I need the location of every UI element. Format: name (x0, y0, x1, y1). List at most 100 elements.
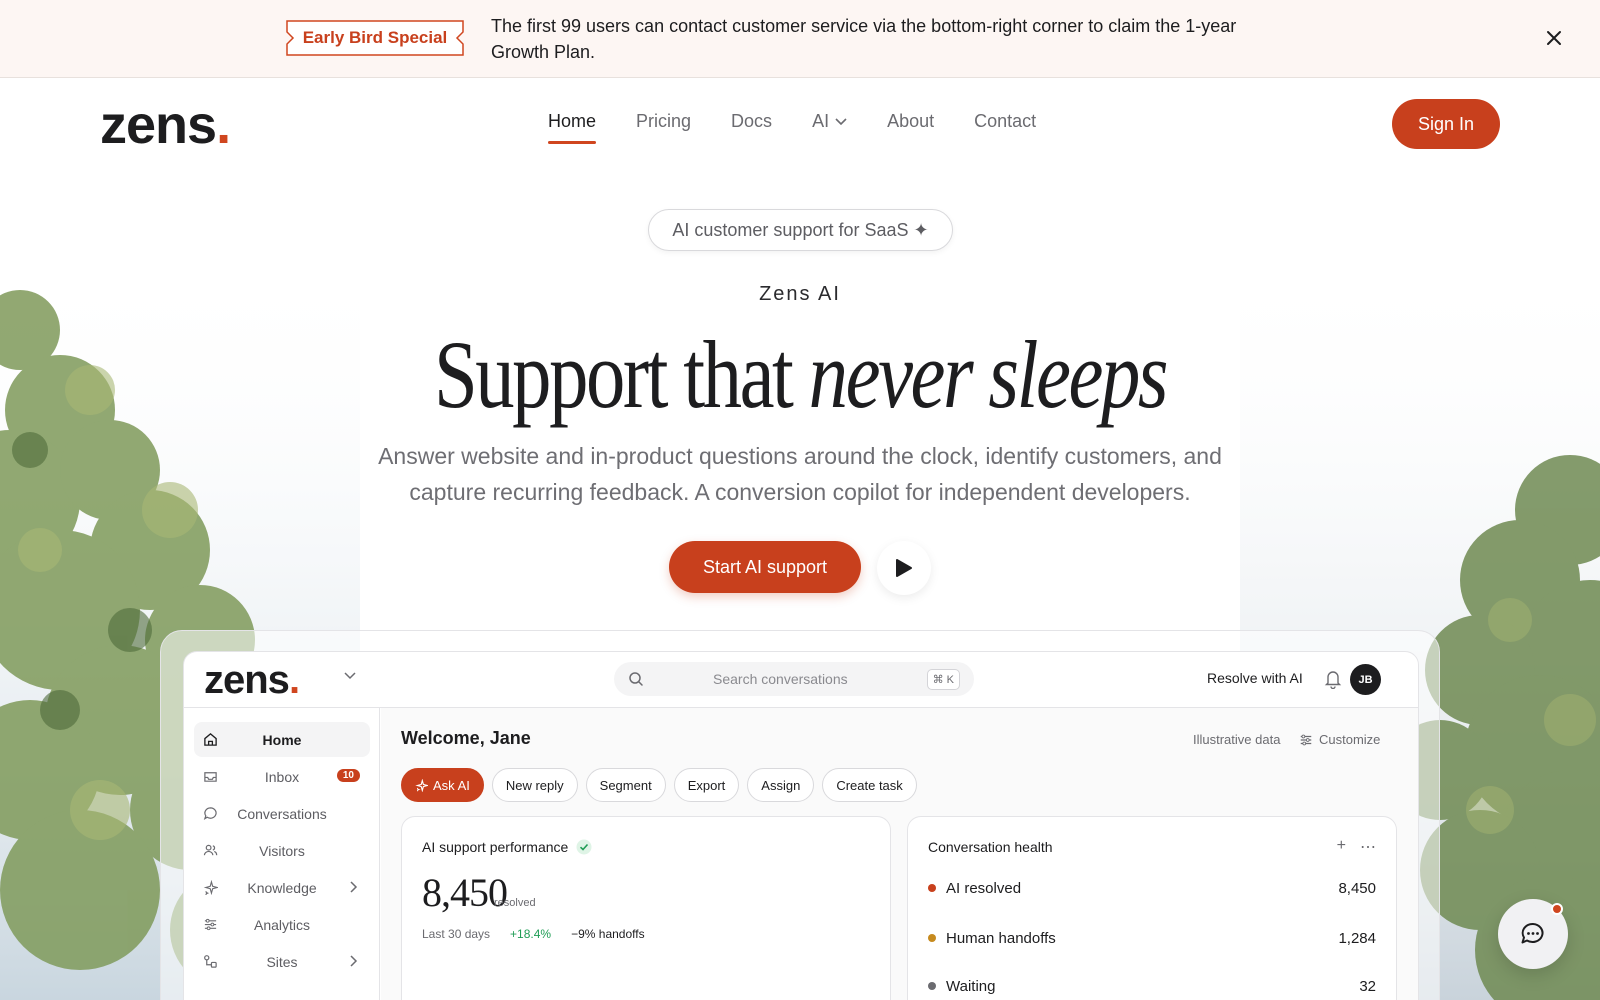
health-row-label: Human handoffs (946, 929, 1056, 947)
health-title: Conversation health (928, 839, 1053, 855)
status-dot (928, 982, 936, 990)
headline-italic: never sleeps (808, 321, 1169, 428)
create-task-chip[interactable]: Create task (822, 768, 917, 802)
export-chip[interactable]: Export (673, 768, 740, 802)
status-dot (928, 934, 936, 942)
chevron-down-icon[interactable] (344, 672, 356, 680)
sidebar-item-sites[interactable]: Sites (194, 944, 370, 979)
performance-title: AI support performance (422, 839, 592, 855)
sidebar-item-visitors[interactable]: Visitors (194, 833, 370, 868)
search-placeholder: Search conversations (713, 671, 848, 687)
nav-contact[interactable]: Contact (974, 111, 1036, 132)
chevron-right-icon (350, 881, 358, 893)
nav-about[interactable]: About (887, 111, 934, 132)
health-row-value: 32 (1359, 977, 1376, 995)
health-row: Waiting 32 (928, 975, 1376, 997)
app-preview: zens. Search conversations ⌘ K Resolve w… (183, 651, 1419, 1000)
sidebar-item-home[interactable]: Home (194, 722, 370, 757)
ask-ai-chip[interactable]: Ask AI (401, 768, 484, 802)
nav-pricing[interactable]: Pricing (636, 111, 691, 132)
hero-subtitle: Answer website and in-product questions … (378, 443, 1222, 505)
period-label: Last 30 days (422, 927, 491, 941)
sidebar-item-label: Knowledge (247, 879, 317, 896)
close-icon[interactable] (1538, 22, 1570, 54)
performance-title-text: AI support performance (422, 839, 569, 855)
new-reply-chip[interactable]: New reply (491, 768, 578, 802)
chat-launcher-button[interactable] (1498, 899, 1568, 969)
sliders-icon (1300, 734, 1312, 745)
health-row-value: 8,450 (1338, 879, 1376, 897)
chip-label: Ask AI (433, 777, 470, 793)
change-value: +18.4% (510, 927, 552, 941)
conversation-health-card: Conversation health + ⋯ AI resolved 8,45… (907, 816, 1397, 1000)
app-logo[interactable]: zens. (204, 660, 300, 700)
search-input[interactable]: Search conversations ⌘ K (614, 662, 974, 696)
hero-eyebrow: Zens AI (759, 283, 841, 305)
sign-in-button[interactable]: Sign In (1392, 99, 1500, 149)
sidebar-item-label: Sites (266, 953, 298, 970)
sidebar-item-analytics[interactable]: Analytics (194, 907, 370, 942)
plus-icon[interactable]: + (1337, 837, 1346, 857)
assign-chip[interactable]: Assign (747, 768, 815, 802)
performance-stats: Last 30 days +18.4% −9% handoffs (422, 927, 645, 941)
sidebar-item-label: Conversations (237, 805, 327, 822)
health-row-label: AI resolved (946, 879, 1022, 897)
chevron-right-icon (350, 955, 358, 967)
notification-dot (1551, 903, 1563, 915)
performance-sparkline (402, 957, 892, 1000)
action-chips: Ask AI New reply Segment Export Assign C… (401, 768, 917, 802)
brand-logo[interactable]: zens. (100, 98, 231, 152)
early-bird-tag: Early Bird Special (285, 19, 465, 57)
early-bird-label: Early Bird Special (302, 28, 448, 47)
hero-pill: AI customer support for SaaS ✦ (648, 209, 953, 251)
handoffs-value: −9% handoffs (571, 927, 645, 941)
welcome-title: Welcome, Jane (401, 728, 531, 748)
nav-ai-label: AI (812, 111, 830, 131)
sidebar-item-knowledge[interactable]: Knowledge (194, 870, 370, 905)
sidebar-item-conversations[interactable]: Conversations (194, 796, 370, 831)
play-icon (896, 559, 912, 577)
customize-label: Customize (1319, 732, 1381, 747)
more-icon[interactable]: ⋯ (1360, 837, 1376, 857)
nav-docs[interactable]: Docs (731, 111, 772, 132)
chat-icon (1521, 922, 1544, 944)
segment-chip[interactable]: Segment (585, 768, 666, 802)
check-badge-icon (576, 839, 592, 855)
illustrative-data-label: Illustrative data (1193, 732, 1281, 747)
app-preview-frame: zens. Search conversations ⌘ K Resolve w… (160, 630, 1440, 1000)
sidebar-item-label: Analytics (253, 916, 311, 933)
health-row-value: 1,284 (1338, 929, 1376, 947)
health-row: Human handoffs 1,284 (928, 927, 1376, 949)
bell-icon[interactable] (1324, 669, 1342, 689)
hero-headline: Support that never sleeps (144, 320, 1456, 430)
health-row-label: Waiting (946, 977, 996, 995)
health-actions: + ⋯ (1337, 837, 1376, 857)
status-dot (928, 884, 936, 892)
customize-button[interactable]: Customize (1299, 732, 1380, 747)
sidebar-item-inbox[interactable]: Inbox 10 (194, 759, 370, 794)
search-shortcut: ⌘ K (926, 669, 960, 690)
start-ai-support-button[interactable]: Start AI support (669, 541, 861, 593)
avatar[interactable]: JB (1350, 664, 1381, 695)
chevron-down-icon (835, 117, 847, 125)
sidebar-item-label: Visitors (259, 842, 305, 859)
search-icon (629, 672, 643, 686)
sparkle-icon (415, 778, 428, 792)
resolved-unit: resolved (494, 897, 536, 909)
inbox-count-badge: 10 (336, 769, 360, 782)
resolve-with-ai-button[interactable]: Resolve with AI (1207, 670, 1303, 686)
nav-home[interactable]: Home (548, 111, 597, 144)
announcement-banner: Early Bird Special The first 99 users ca… (0, 0, 1600, 78)
main-nav: zens. Home Pricing Docs AI About Contact… (0, 78, 1600, 170)
health-row: AI resolved 8,450 (928, 877, 1376, 899)
app-topbar: zens. Search conversations ⌘ K Resolve w… (184, 652, 1418, 708)
headline-plain: Support that (433, 321, 809, 428)
sidebar-item-label: Home (262, 731, 302, 748)
banner-message: The first 99 users can contact customer … (491, 16, 1237, 62)
app-main: Welcome, Jane Illustrative data Customiz… (381, 708, 1418, 1000)
nav-links: Home Pricing Docs AI About Contact (548, 111, 1076, 144)
app-sidebar: Home Inbox 10 Conversations Visitors Kno… (184, 708, 380, 1000)
performance-card: AI support performance 8,450 resolved La… (401, 816, 891, 1000)
nav-ai[interactable]: AI (812, 111, 847, 132)
play-video-button[interactable] (877, 541, 931, 595)
